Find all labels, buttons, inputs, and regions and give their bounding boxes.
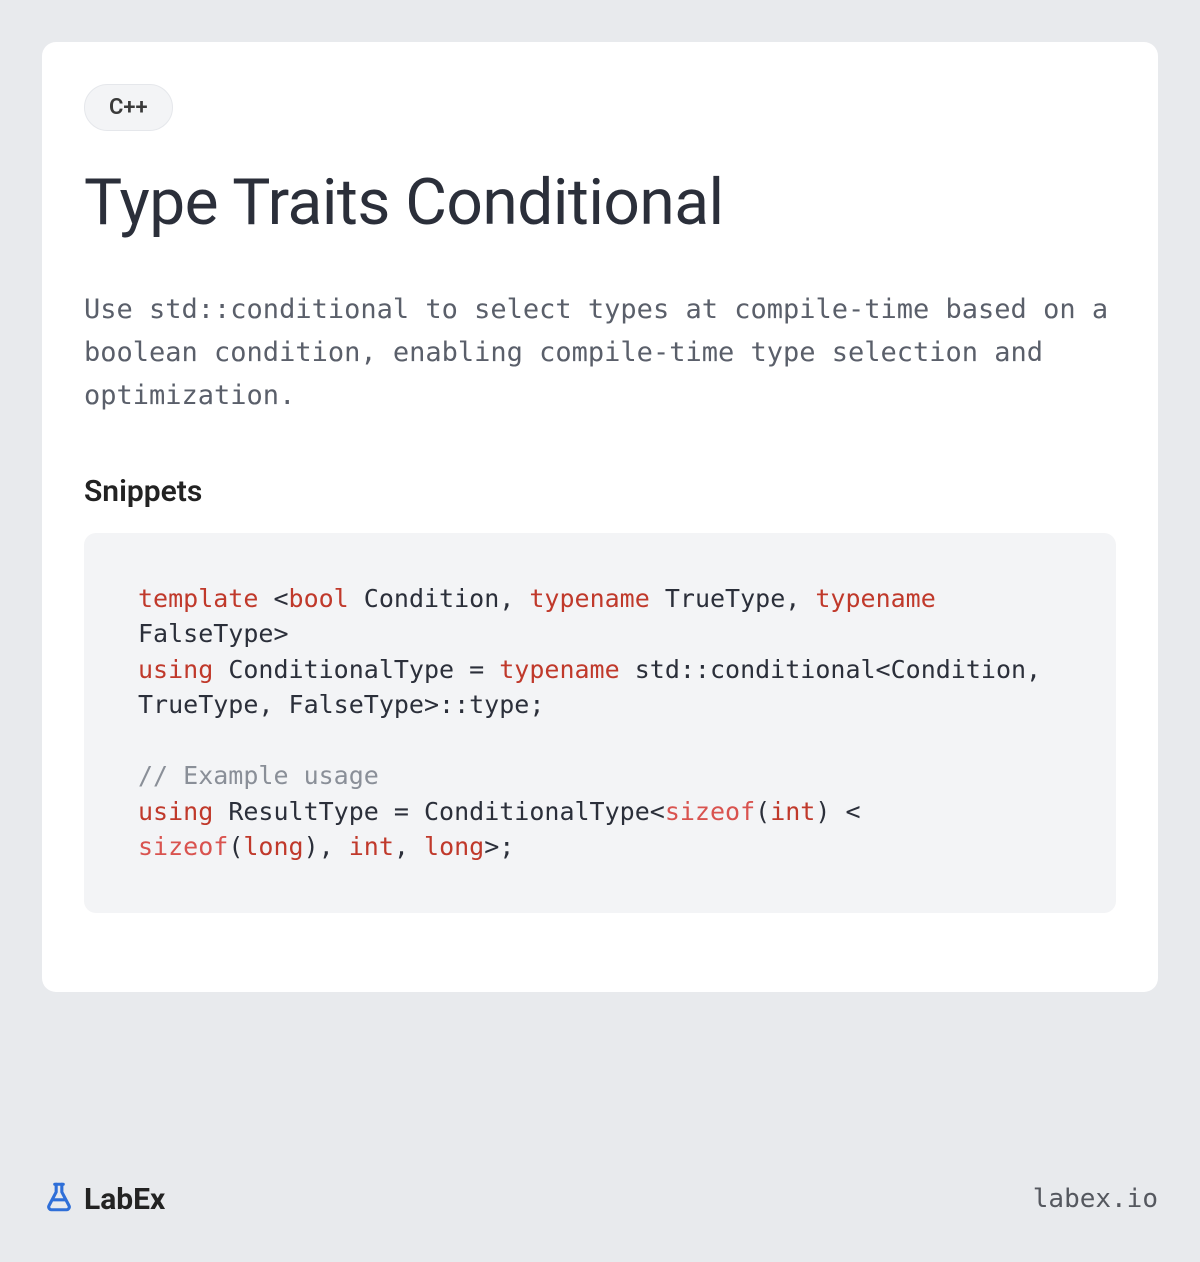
page-title: Type Traits Conditional bbox=[84, 165, 1116, 240]
code-snippet: template <bool Condition, typename TrueT… bbox=[84, 533, 1116, 913]
flask-icon bbox=[42, 1180, 76, 1218]
content-card: C++ Type Traits Conditional Use std::con… bbox=[42, 42, 1158, 992]
description-text: Use std::conditional to select types at … bbox=[84, 288, 1116, 418]
language-badge: C++ bbox=[84, 84, 173, 131]
footer: LabEx labex.io bbox=[42, 1180, 1158, 1218]
brand-logo: LabEx bbox=[42, 1180, 165, 1218]
site-url: labex.io bbox=[1033, 1184, 1158, 1214]
brand-name: LabEx bbox=[84, 1182, 165, 1217]
snippets-heading: Snippets bbox=[84, 474, 1116, 509]
